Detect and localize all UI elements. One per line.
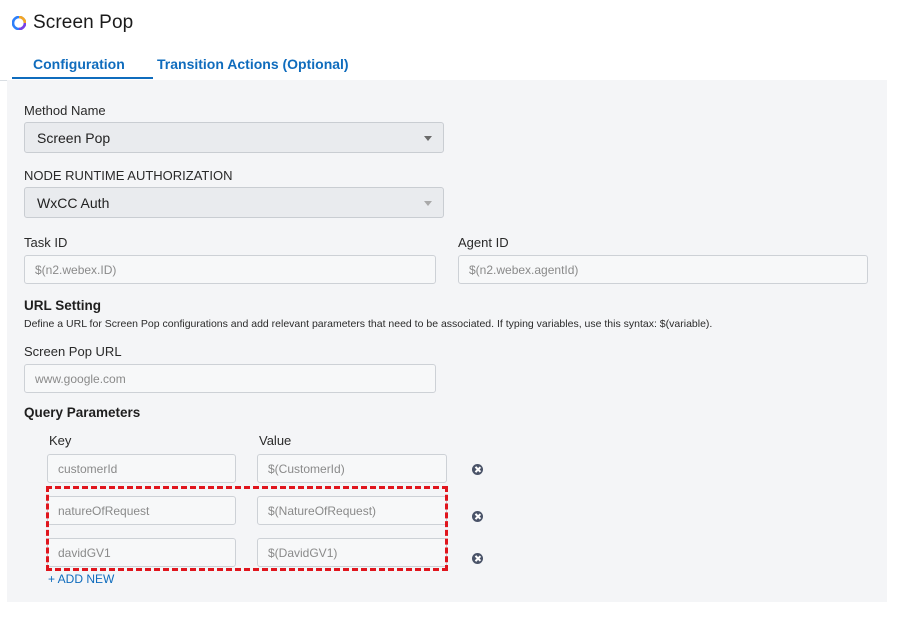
tab-transition-actions[interactable]: Transition Actions (Optional) [157,56,349,72]
webex-logo-icon [12,16,26,30]
configuration-panel: Method Name Screen Pop NODE RUNTIME AUTH… [7,80,887,602]
method-name-select[interactable]: Screen Pop [24,122,444,153]
chevron-down-icon [424,136,432,141]
query-value-input[interactable] [257,454,447,483]
remove-circle-icon[interactable] [472,511,483,522]
query-value-input[interactable] [257,496,447,525]
node-runtime-auth-select[interactable]: WxCC Auth [24,187,444,218]
agent-id-input[interactable] [458,255,868,284]
remove-circle-icon[interactable] [472,553,483,564]
node-runtime-auth-label: NODE RUNTIME AUTHORIZATION [24,168,233,183]
query-key-input[interactable] [47,454,236,483]
screen-pop-url-label: Screen Pop URL [24,344,122,359]
tab-bar: Configuration Transition Actions (Option… [0,50,887,81]
query-key-input[interactable] [47,538,236,567]
app-header: Screen Pop [12,12,133,34]
query-key-input[interactable] [47,496,236,525]
task-id-input[interactable] [24,255,436,284]
task-id-label: Task ID [24,235,68,250]
url-setting-description: Define a URL for Screen Pop configuratio… [24,318,713,330]
tab-configuration[interactable]: Configuration [12,56,153,79]
value-column-header: Value [259,433,292,448]
method-name-value: Screen Pop [37,130,111,146]
query-value-input[interactable] [257,538,447,567]
agent-id-label: Agent ID [458,235,509,250]
key-column-header: Key [49,433,72,448]
page-title: Screen Pop [33,12,134,33]
method-name-label: Method Name [24,103,106,118]
remove-circle-icon[interactable] [472,464,483,475]
url-setting-title: URL Setting [24,298,101,313]
add-new-parameter-link[interactable]: + ADD NEW [48,572,114,586]
chevron-down-icon [424,201,432,206]
node-runtime-auth-value: WxCC Auth [37,195,110,211]
screen-pop-url-input[interactable] [24,364,436,393]
query-parameters-title: Query Parameters [24,405,141,420]
